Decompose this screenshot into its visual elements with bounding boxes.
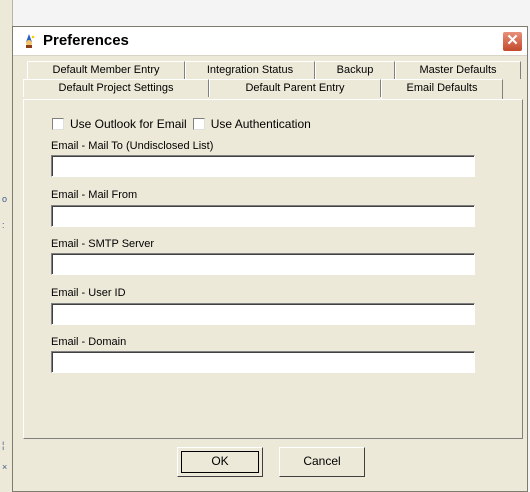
mail-to-field[interactable] bbox=[51, 155, 475, 177]
tab-master-defaults[interactable]: Master Defaults bbox=[395, 61, 521, 79]
domain-label: Email - Domain bbox=[51, 336, 127, 348]
smtp-server-label: Email - SMTP Server bbox=[51, 238, 155, 250]
wizard-icon bbox=[26, 34, 35, 48]
window-title: Preferences bbox=[43, 32, 129, 49]
tab-default-project-settings[interactable]: Default Project Settings bbox=[23, 79, 209, 97]
mail-from-label: Email - Mail From bbox=[51, 189, 138, 201]
close-button[interactable]: ✕ bbox=[502, 31, 523, 52]
email-options-row: Use Outlook for Email Use Authentication bbox=[52, 117, 317, 131]
tab-integration-status[interactable]: Integration Status bbox=[185, 61, 315, 79]
mail-from-field[interactable] bbox=[51, 205, 475, 227]
background-glyph: : bbox=[2, 220, 5, 230]
tab-email-defaults[interactable]: Email Defaults bbox=[381, 79, 503, 99]
background-glyph: o bbox=[2, 194, 8, 204]
close-icon: ✕ bbox=[506, 32, 519, 49]
cancel-button[interactable]: Cancel bbox=[279, 447, 365, 477]
use-outlook-label: Use Outlook for Email bbox=[70, 117, 187, 131]
user-id-label: Email - User ID bbox=[51, 287, 126, 299]
user-id-field[interactable] bbox=[51, 303, 475, 325]
smtp-server-field[interactable] bbox=[51, 253, 475, 275]
background-glyph: × bbox=[2, 462, 8, 472]
background-glyph: ¦ bbox=[2, 440, 5, 450]
mail-to-label: Email - Mail To (Undisclosed List) bbox=[51, 140, 214, 152]
use-outlook-checkbox[interactable] bbox=[52, 118, 64, 130]
domain-field[interactable] bbox=[51, 351, 475, 373]
title-bar[interactable]: Preferences ✕ bbox=[13, 27, 527, 56]
tab-default-member-entry[interactable]: Default Member Entry bbox=[27, 61, 185, 79]
ok-button[interactable]: OK bbox=[177, 447, 263, 477]
use-authentication-label: Use Authentication bbox=[210, 117, 311, 131]
tab-default-parent-entry[interactable]: Default Parent Entry bbox=[209, 79, 381, 97]
preferences-dialog: Preferences ✕ Default Member Entry Integ… bbox=[12, 26, 528, 492]
tab-backup[interactable]: Backup bbox=[315, 61, 395, 79]
use-authentication-checkbox[interactable] bbox=[192, 118, 205, 130]
